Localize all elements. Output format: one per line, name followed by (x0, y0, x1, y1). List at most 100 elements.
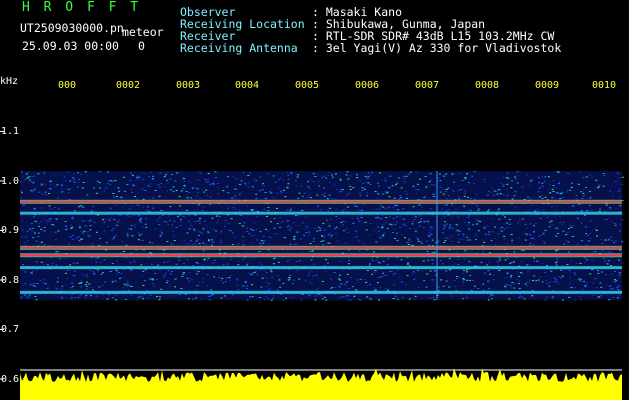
noise-speckle (161, 214, 164, 216)
noise-speckle (326, 198, 329, 200)
noise-speckle (427, 297, 430, 299)
carrier-line-strong (20, 246, 622, 249)
noise-speckle (406, 275, 409, 277)
noise-speckle (22, 264, 24, 265)
noise-speckle (621, 241, 624, 243)
noise-speckle (423, 280, 426, 282)
noise-speckle (366, 191, 369, 193)
noise-speckle (109, 271, 112, 272)
noise-speckle (553, 281, 556, 283)
noise-speckle (381, 234, 384, 236)
noise-speckle (323, 296, 326, 298)
noise-speckle (296, 269, 299, 271)
noise-speckle (585, 233, 587, 234)
noise-speckle (237, 289, 240, 291)
noise-speckle (104, 281, 107, 283)
noise-speckle (589, 237, 592, 239)
noise-speckle (552, 298, 555, 299)
noise-speckle (286, 226, 289, 228)
noise-speckle (543, 180, 546, 182)
noise-speckle (335, 233, 338, 235)
noise-speckle (568, 228, 570, 230)
noise-speckle (224, 225, 226, 227)
noise-speckle (613, 242, 615, 244)
noise-speckle (418, 189, 421, 190)
noise-speckle (121, 240, 124, 242)
noise-speckle (21, 229, 24, 231)
noise-speckle (194, 243, 197, 244)
noise-speckle (251, 296, 254, 298)
noise-speckle (25, 297, 28, 299)
noise-speckle (605, 204, 608, 206)
noise-speckle (160, 183, 163, 185)
noise-speckle (392, 217, 395, 219)
noise-speckle (555, 187, 558, 189)
noise-speckle (186, 277, 189, 279)
noise-speckle (92, 206, 95, 207)
noise-speckle (156, 219, 159, 221)
noise-speckle (89, 225, 92, 226)
noise-speckle (566, 231, 569, 233)
noise-speckle (564, 240, 567, 242)
noise-speckle (130, 286, 133, 287)
noise-speckle (321, 235, 323, 237)
noise-speckle (464, 250, 467, 252)
noise-speckle (199, 222, 201, 224)
noise-speckle (468, 182, 470, 184)
noise-speckle (399, 226, 402, 228)
noise-speckle (462, 281, 465, 283)
noise-speckle (78, 205, 81, 207)
noise-speckle (191, 244, 194, 246)
noise-speckle (318, 185, 321, 187)
noise-speckle (412, 206, 415, 208)
noise-speckle (393, 228, 396, 230)
noise-speckle (127, 289, 130, 291)
noise-speckle (373, 251, 375, 253)
noise-speckle (344, 209, 346, 210)
noise-speckle (411, 221, 414, 222)
noise-speckle (487, 234, 490, 236)
noise-speckle (141, 239, 144, 241)
noise-speckle (375, 241, 378, 243)
noise-speckle (396, 298, 399, 300)
noise-speckle (508, 219, 511, 221)
noise-speckle (551, 188, 554, 190)
noise-speckle (169, 219, 171, 221)
noise-speckle (158, 186, 161, 188)
noise-speckle (316, 230, 319, 232)
noise-speckle (442, 204, 445, 206)
noise-speckle (223, 295, 226, 297)
noise-speckle (499, 228, 501, 230)
noise-speckle (222, 187, 225, 189)
noise-speckle (282, 179, 285, 181)
noise-speckle (188, 214, 191, 216)
noise-speckle (598, 184, 601, 186)
noise-speckle (353, 295, 356, 297)
noise-speckle (568, 225, 571, 227)
noise-speckle (530, 295, 533, 297)
noise-speckle (188, 192, 191, 193)
noise-speckle (199, 218, 201, 219)
noise-speckle (248, 172, 251, 174)
noise-speckle (478, 208, 480, 209)
noise-speckle (56, 251, 59, 253)
noise-speckle (469, 198, 472, 200)
noise-speckle (102, 294, 104, 296)
noise-speckle (558, 276, 561, 278)
noise-speckle (353, 205, 356, 207)
noise-speckle (555, 262, 558, 264)
noise-speckle (431, 259, 434, 261)
noise-speckle (544, 229, 547, 231)
noise-speckle (506, 243, 509, 245)
noise-speckle (370, 258, 373, 260)
noise-speckle (618, 272, 621, 274)
noise-speckle (204, 179, 207, 181)
noise-speckle (538, 187, 541, 189)
noise-speckle (464, 178, 467, 180)
noise-speckle (195, 297, 198, 299)
noise-speckle (66, 278, 69, 279)
noise-speckle (82, 182, 85, 183)
noise-speckle (269, 191, 271, 193)
noise-speckle (346, 194, 349, 196)
noise-speckle (259, 176, 262, 178)
